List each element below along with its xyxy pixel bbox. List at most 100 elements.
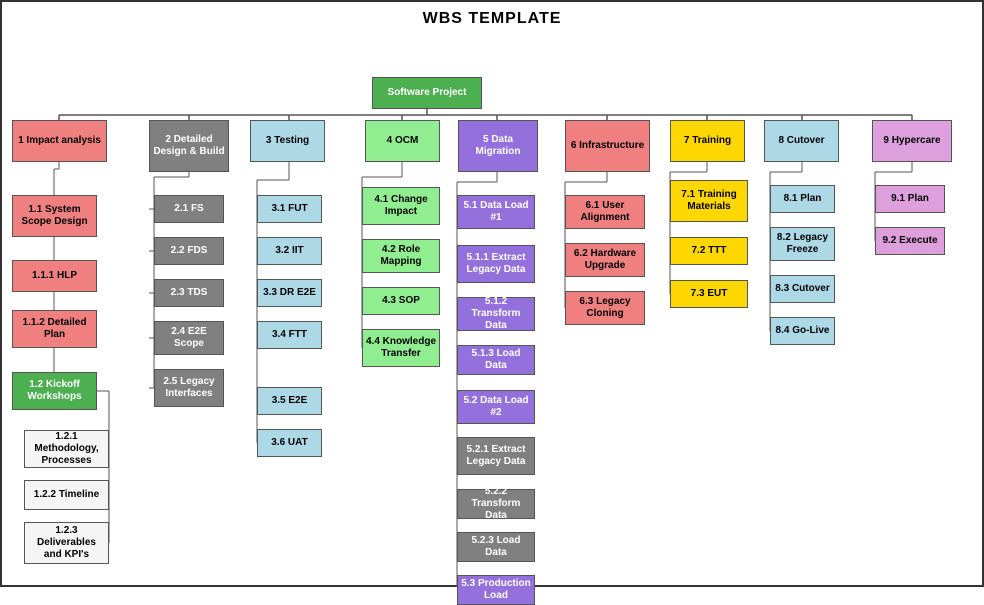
node-44: 4.4 Knowledge Transfer: [362, 329, 440, 367]
n83-label: 8.3 Cutover: [775, 283, 829, 295]
n511-label: 5.1.1 Extract Legacy Data: [460, 252, 532, 276]
root-node: Software Project: [372, 77, 482, 109]
node-512: 5.1.2 Transform Data: [457, 297, 535, 331]
node-34: 3.4 FTT: [257, 321, 322, 349]
node-71: 7.1 Training Materials: [670, 180, 748, 222]
n121-label: 1.2.1 Methodology, Processes: [27, 431, 106, 467]
node-121: 1.2.1 Methodology, Processes: [24, 430, 109, 468]
n53-label: 5.3 Production Load: [460, 578, 532, 602]
n11-label: 1.1 System Scope Design: [15, 204, 94, 228]
n41-label: 4.1 Change Impact: [365, 194, 437, 218]
n43-label: 4.3 SOP: [382, 295, 420, 307]
n111-label: 1.1.1 HLP: [32, 270, 77, 282]
node-5: 5 Data Migration: [458, 120, 538, 172]
node-35: 3.5 E2E: [257, 387, 322, 415]
n61-label: 6.1 User Alignment: [568, 200, 642, 224]
n522-label: 5.2.2 Transform Data: [460, 486, 532, 522]
n3-label: 3 Testing: [266, 135, 309, 147]
node-83: 8.3 Cutover: [770, 275, 835, 303]
wbs-diagram: Software Project 1 Impact analysis 2 Det…: [2, 32, 984, 587]
n5-label: 5 Data Migration: [461, 134, 535, 158]
n44-label: 4.4 Knowledge Transfer: [365, 336, 437, 360]
n73-label: 7.3 EUT: [691, 288, 728, 300]
node-72: 7.2 TTT: [670, 237, 748, 265]
node-92: 9.2 Execute: [875, 227, 945, 255]
n513-label: 5.1.3 Load Data: [460, 348, 532, 372]
n33-label: 3.3 DR E2E: [263, 287, 316, 299]
node-36: 3.6 UAT: [257, 429, 322, 457]
node-23: 2.3 TDS: [154, 279, 224, 307]
node-11: 1.1 System Scope Design: [12, 195, 97, 237]
node-33: 3.3 DR E2E: [257, 279, 322, 307]
n523-label: 5.2.3 Load Data: [460, 535, 532, 559]
node-22: 2.2 FDS: [154, 237, 224, 265]
node-21: 2.1 FS: [154, 195, 224, 223]
node-111: 1.1.1 HLP: [12, 260, 97, 292]
node-53: 5.3 Production Load: [457, 575, 535, 605]
n36-label: 3.6 UAT: [271, 437, 308, 449]
node-12: 1.2 Kickoff Workshops: [12, 372, 97, 410]
n62-label: 6.2 Hardware Upgrade: [568, 248, 642, 272]
n81-label: 8.1 Plan: [784, 193, 822, 205]
node-73: 7.3 EUT: [670, 280, 748, 308]
node-51: 5.1 Data Load #1: [457, 195, 535, 229]
node-42: 4.2 Role Mapping: [362, 239, 440, 273]
page-title: WBS TEMPLATE: [2, 2, 982, 32]
n92-label: 9.2 Execute: [882, 235, 937, 247]
n6-label: 6 Infrastructure: [571, 140, 644, 152]
node-2: 2 Detailed Design & Build: [149, 120, 229, 172]
n7-label: 7 Training: [684, 135, 731, 147]
node-61: 6.1 User Alignment: [565, 195, 645, 229]
node-8: 8 Cutover: [764, 120, 839, 162]
n512-label: 5.1.2 Transform Data: [460, 296, 532, 332]
node-41: 4.1 Change Impact: [362, 187, 440, 225]
n123-label: 1.2.3 Deliverables and KPI's: [27, 525, 106, 561]
node-24: 2.4 E2E Scope: [154, 321, 224, 355]
node-1: 1 Impact analysis: [12, 120, 107, 162]
n4-label: 4 OCM: [387, 135, 419, 147]
n84-label: 8.4 Go-Live: [776, 325, 830, 337]
node-522: 5.2.2 Transform Data: [457, 489, 535, 519]
n24-label: 2.4 E2E Scope: [157, 326, 221, 350]
n23-label: 2.3 TDS: [171, 287, 208, 299]
node-43: 4.3 SOP: [362, 287, 440, 315]
n35-label: 3.5 E2E: [272, 395, 308, 407]
node-511: 5.1.1 Extract Legacy Data: [457, 245, 535, 283]
node-82: 8.2 Legacy Freeze: [770, 227, 835, 261]
node-9: 9 Hypercare: [872, 120, 952, 162]
root-label: Software Project: [388, 87, 467, 99]
n122-label: 1.2.2 Timeline: [34, 489, 99, 501]
node-7: 7 Training: [670, 120, 745, 162]
n1-label: 1 Impact analysis: [18, 135, 101, 147]
n25-label: 2.5 Legacy Interfaces: [157, 376, 221, 400]
node-112: 1.1.2 Detailed Plan: [12, 310, 97, 348]
n51-label: 5.1 Data Load #1: [460, 200, 532, 224]
n31-label: 3.1 FUT: [271, 203, 307, 215]
n2-label: 2 Detailed Design & Build: [152, 134, 226, 158]
n34-label: 3.4 FTT: [272, 329, 307, 341]
node-513: 5.1.3 Load Data: [457, 345, 535, 375]
node-32: 3.2 IIT: [257, 237, 322, 265]
n112-label: 1.1.2 Detailed Plan: [15, 317, 94, 341]
node-84: 8.4 Go-Live: [770, 317, 835, 345]
node-81: 8.1 Plan: [770, 185, 835, 213]
node-6: 6 Infrastructure: [565, 120, 650, 172]
n63-label: 6.3 Legacy Cloning: [568, 296, 642, 320]
n8-label: 8 Cutover: [778, 135, 824, 147]
n42-label: 4.2 Role Mapping: [365, 244, 437, 268]
node-123: 1.2.3 Deliverables and KPI's: [24, 522, 109, 564]
node-25: 2.5 Legacy Interfaces: [154, 369, 224, 407]
n32-label: 3.2 IIT: [275, 245, 303, 257]
node-62: 6.2 Hardware Upgrade: [565, 243, 645, 277]
node-4: 4 OCM: [365, 120, 440, 162]
n82-label: 8.2 Legacy Freeze: [773, 232, 832, 256]
node-31: 3.1 FUT: [257, 195, 322, 223]
n9-label: 9 Hypercare: [883, 135, 940, 147]
n72-label: 7.2 TTT: [691, 245, 726, 257]
n91-label: 9.1 Plan: [891, 193, 929, 205]
node-3: 3 Testing: [250, 120, 325, 162]
node-521: 5.2.1 Extract Legacy Data: [457, 437, 535, 475]
n21-label: 2.1 FS: [174, 203, 203, 215]
n71-label: 7.1 Training Materials: [673, 189, 745, 213]
node-91: 9.1 Plan: [875, 185, 945, 213]
